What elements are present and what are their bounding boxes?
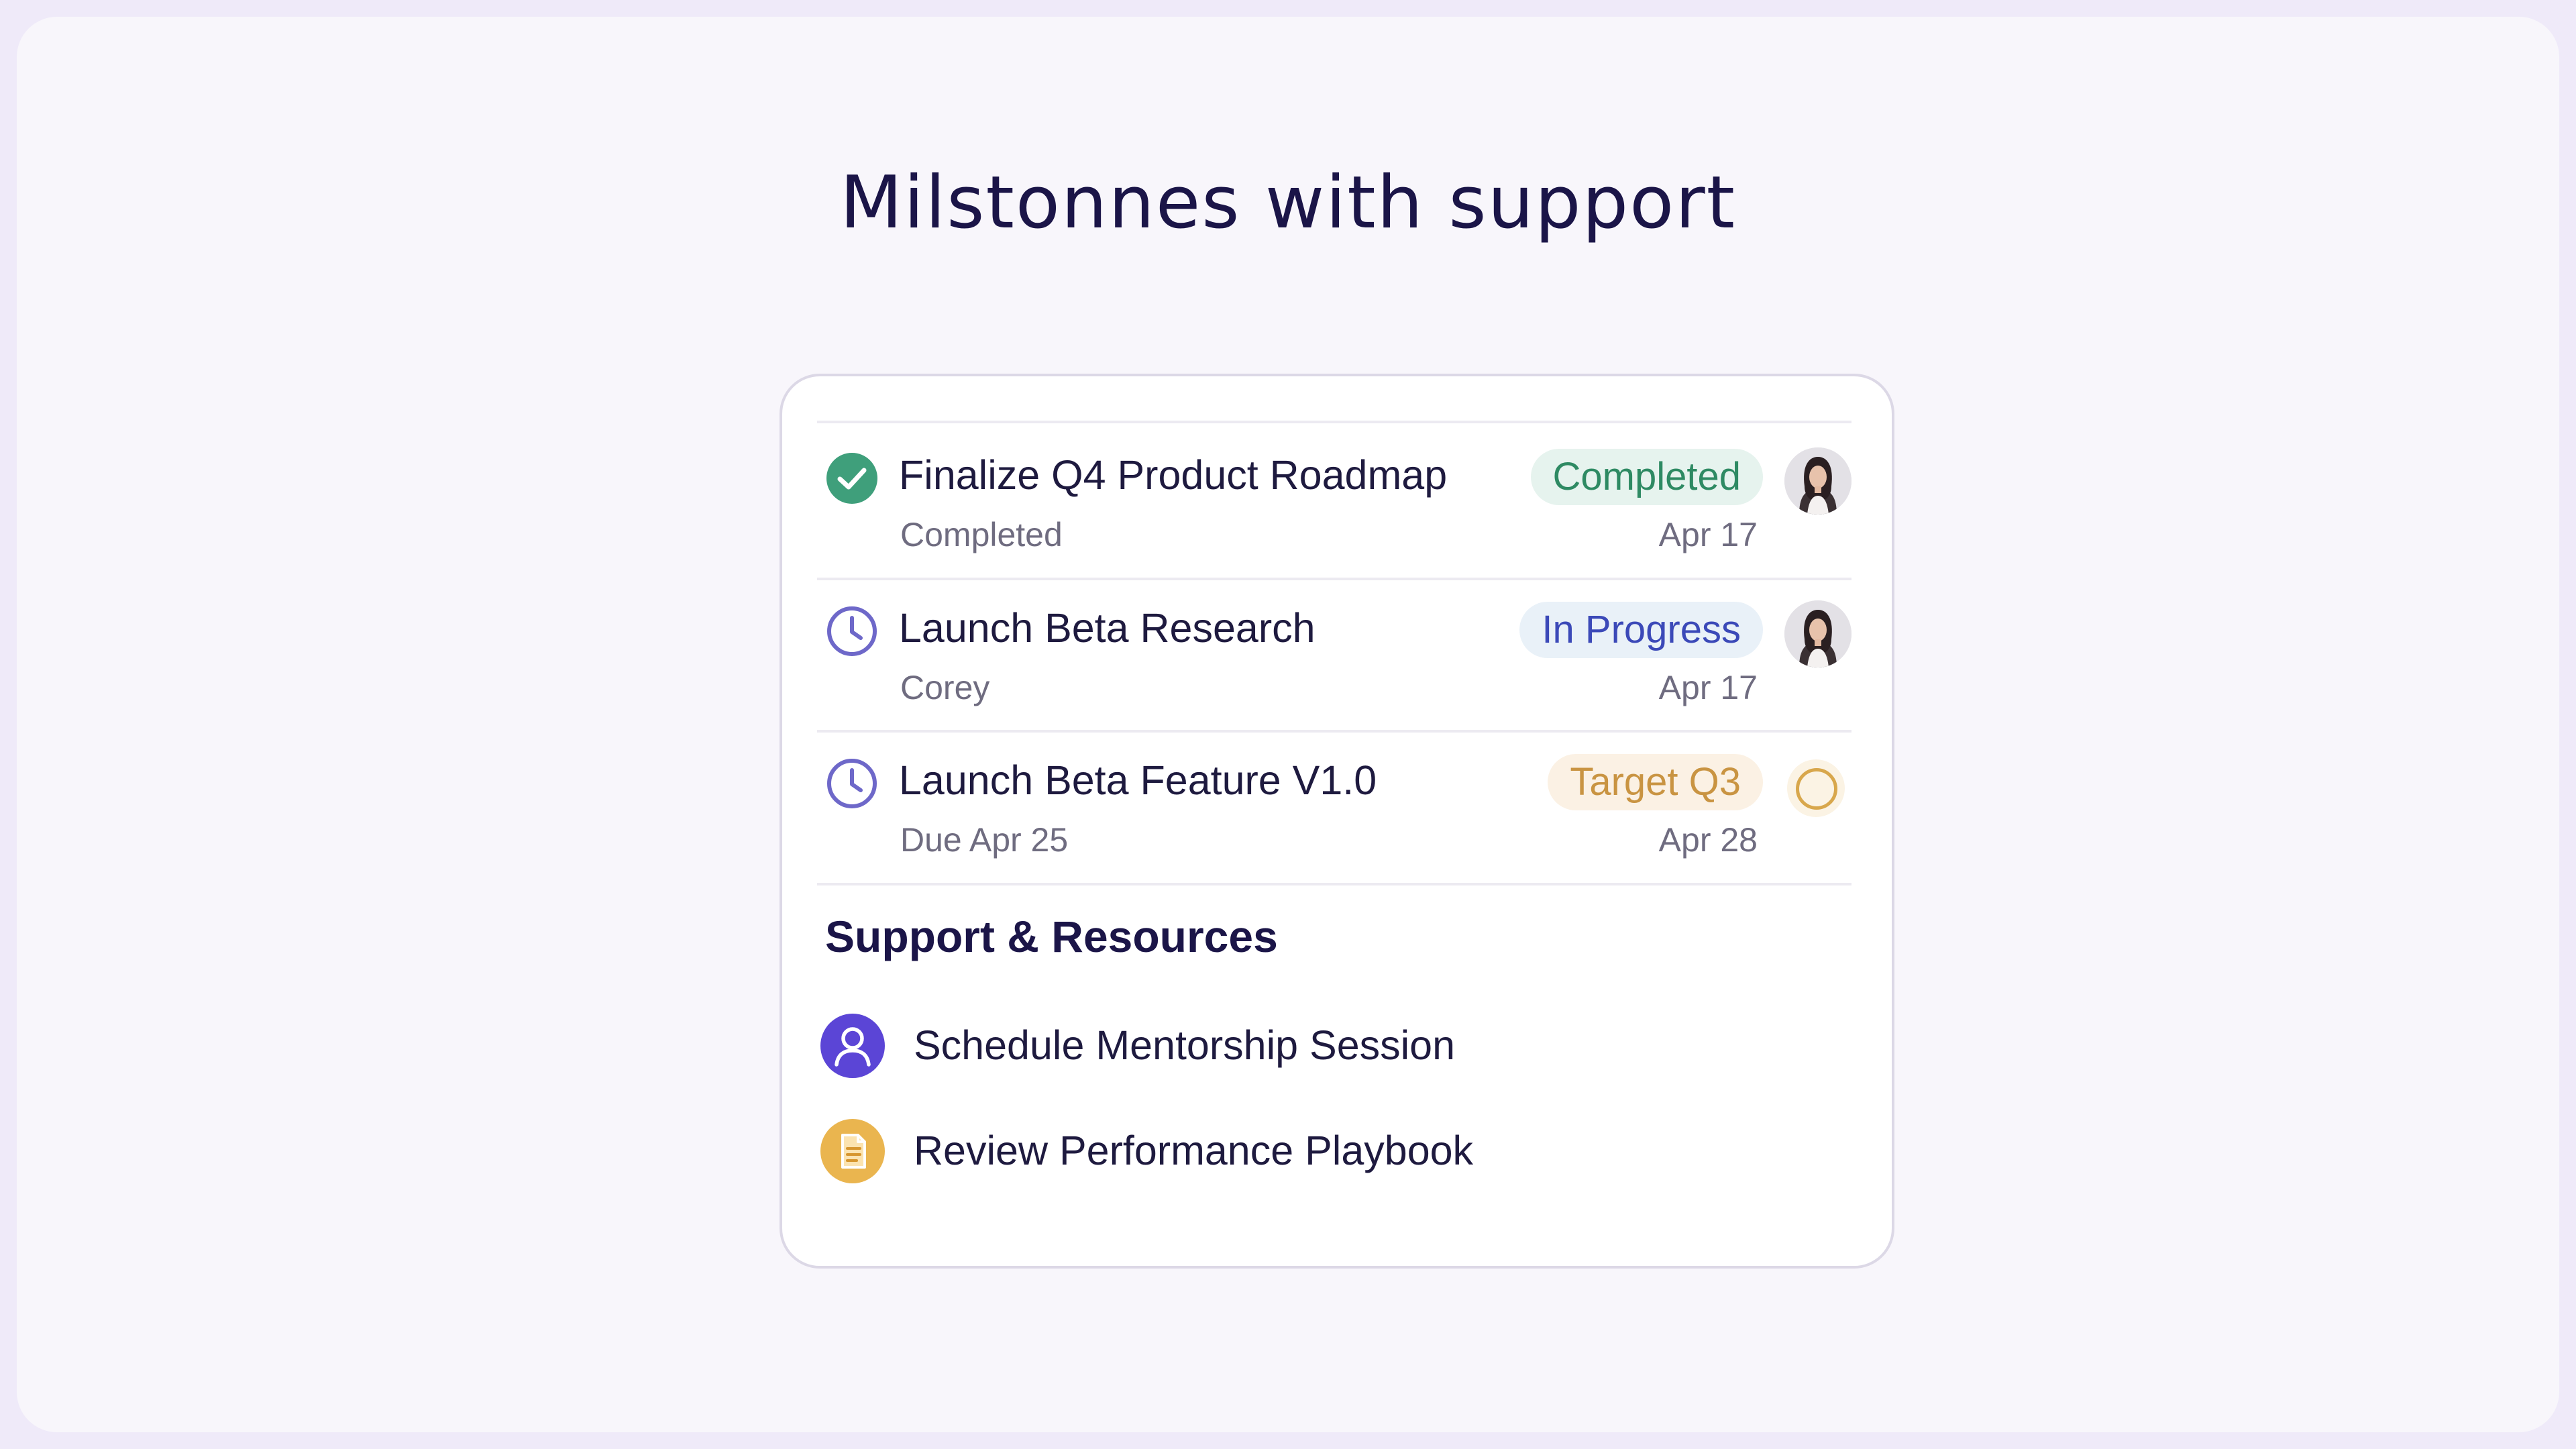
check-circle-icon (825, 451, 879, 505)
milestone-title: Finalize Q4 Product Roadmap (899, 452, 1448, 498)
milestone-date: Apr 28 (1658, 821, 1758, 859)
clock-icon (825, 757, 879, 810)
page-frame: Milstonnes with support Finalize Q4 Prod… (17, 17, 2559, 1432)
milestone-date: Apr 17 (1658, 669, 1758, 706)
status-badge: In Progress (1519, 602, 1763, 658)
user-icon (820, 1014, 885, 1078)
document-icon (820, 1119, 885, 1183)
milestone-subtitle: Due Apr 25 (900, 821, 1069, 859)
divider (817, 421, 1851, 423)
milestone-subtitle: Corey (900, 669, 990, 706)
page-title: Milstonnes with support (840, 161, 1736, 245)
unassigned-avatar-icon[interactable] (1787, 759, 1845, 817)
milestones-card: Finalize Q4 Product Roadmap Completed Co… (780, 374, 1894, 1269)
milestone-date: Apr 17 (1658, 516, 1758, 553)
resource-label: Schedule Mentorship Session (914, 1022, 1456, 1068)
resource-label: Review Performance Playbook (914, 1128, 1474, 1173)
divider (817, 883, 1851, 885)
milestone-row[interactable]: Launch Beta Feature V1.0 Due Apr 25 Targ… (817, 730, 1851, 883)
milestone-row[interactable]: Launch Beta Research Corey In Progress A… (817, 578, 1851, 731)
milestone-row[interactable]: Finalize Q4 Product Roadmap Completed Co… (817, 425, 1851, 578)
circle-icon (1796, 768, 1837, 810)
section-title: Support & Resources (825, 912, 1278, 961)
milestone-title: Launch Beta Feature V1.0 (899, 757, 1377, 803)
avatar[interactable] (1784, 600, 1851, 667)
milestone-subtitle: Completed (900, 516, 1063, 553)
clock-icon (825, 604, 879, 658)
status-badge: Target Q3 (1548, 754, 1763, 810)
avatar[interactable] (1784, 447, 1851, 515)
status-badge: Completed (1530, 449, 1763, 505)
milestone-title: Launch Beta Research (899, 605, 1316, 651)
